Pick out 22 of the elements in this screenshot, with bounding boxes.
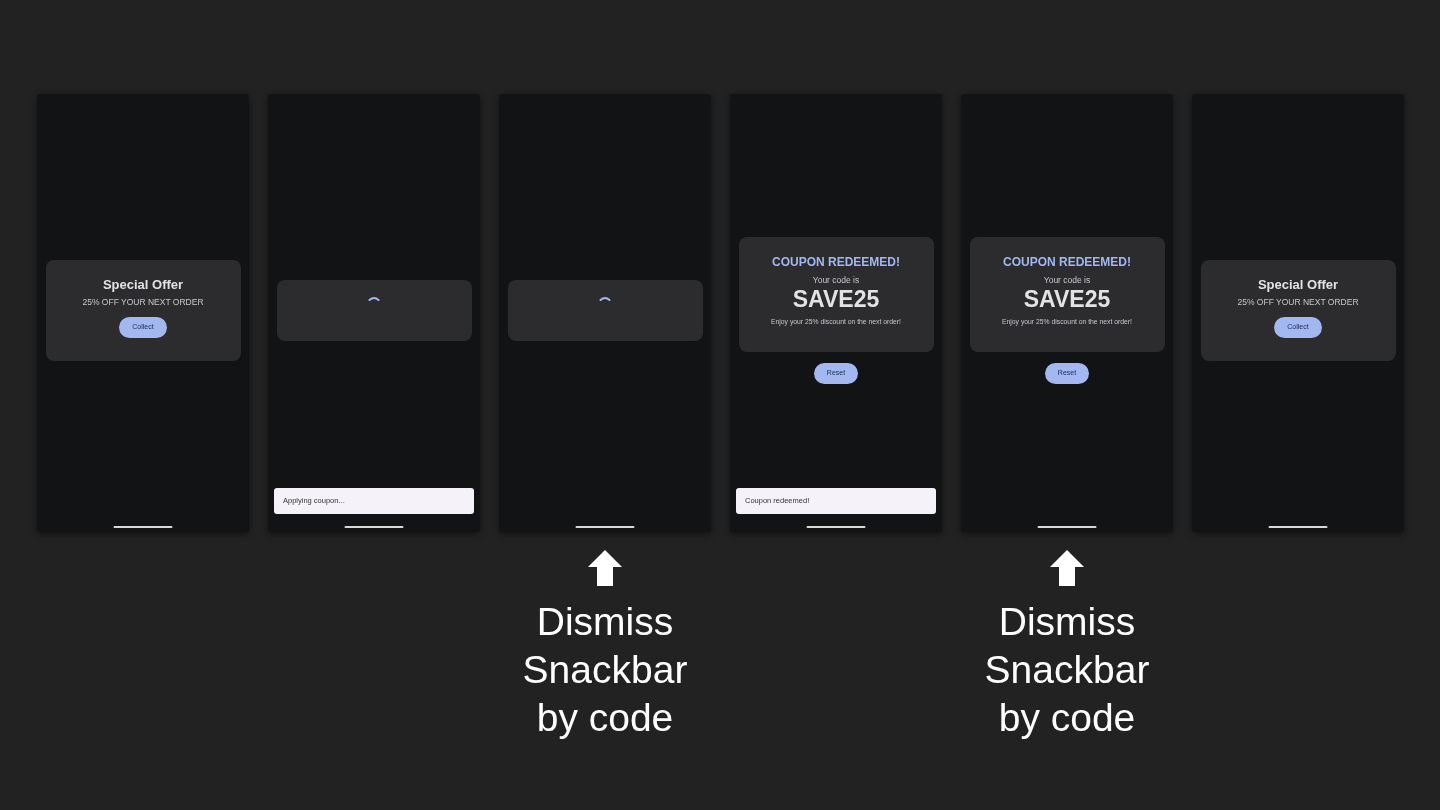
caption: Dismiss Snackbar by code (522, 599, 688, 741)
up-arrow-icon (587, 550, 623, 586)
spinner-icon (368, 295, 380, 301)
up-arrow-icon (1049, 550, 1085, 586)
home-indicator (1268, 526, 1328, 528)
coupon-code: SAVE25 (1023, 285, 1111, 312)
coupon-title: COUPON REDEEMED! (1003, 254, 1131, 270)
home-indicator (344, 526, 404, 528)
code-label: Your code is (1043, 273, 1091, 286)
home-indicator (806, 526, 866, 528)
home-indicator (575, 526, 635, 528)
code-label: Your code is (812, 273, 860, 286)
coupon-code: SAVE25 (792, 285, 880, 312)
offer-title: Special Offer (102, 276, 184, 293)
coupon-title: COUPON REDEEMED! (772, 254, 900, 270)
offer-subtitle: 25% OFF YOUR NEXT ORDER (82, 295, 204, 308)
home-indicator (113, 526, 173, 528)
offer-subtitle: 25% OFF YOUR NEXT ORDER (1237, 295, 1359, 308)
offer-title: Special Offer (1257, 276, 1339, 293)
caption: Dismiss Snackbar by code (984, 599, 1150, 741)
spinner-icon (599, 295, 611, 301)
home-indicator (1037, 526, 1097, 528)
